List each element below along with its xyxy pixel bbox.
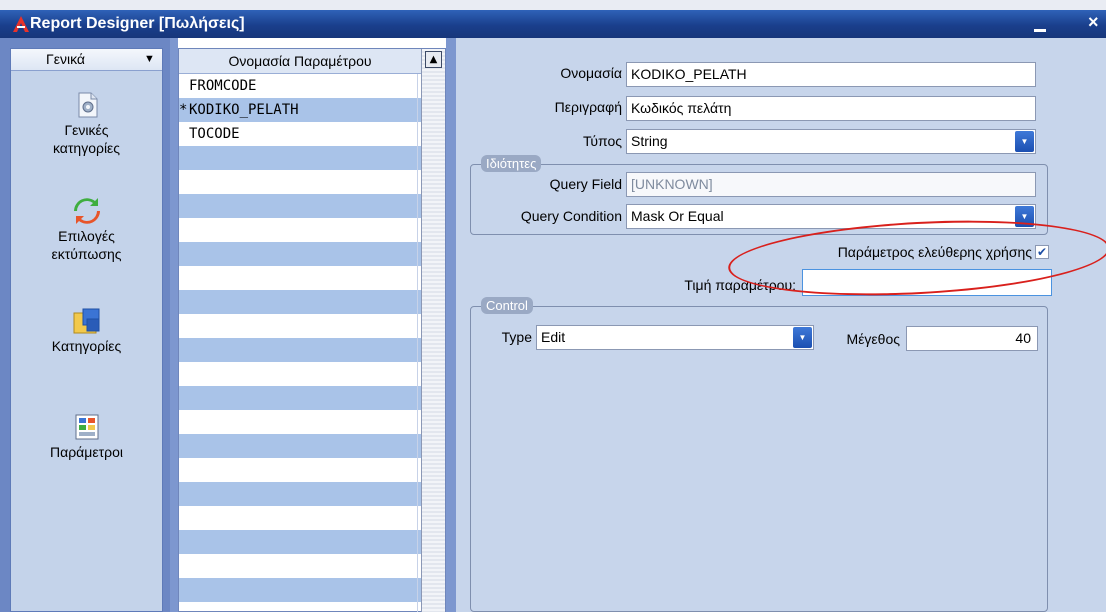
empty-row[interactable] [179, 410, 421, 434]
control-type-label: Type [501, 329, 532, 345]
minimize-button[interactable] [1034, 29, 1046, 32]
nav-item-categories[interactable]: Κατηγορίες [11, 305, 162, 355]
window-title: Report Designer [Πωλήσεις] [30, 15, 245, 32]
properties-group-title: Ιδιότητες [481, 155, 542, 172]
empty-row[interactable] [179, 170, 421, 194]
parameters-icon [75, 414, 98, 440]
size-label: Μέγεθος [846, 331, 900, 347]
categories-icon [73, 308, 99, 334]
general-categories-icon [78, 92, 97, 118]
nav-item-general-categories[interactable]: Γενικές κατηγορίες [11, 89, 162, 157]
table-row[interactable]: FROMCODE [179, 74, 421, 98]
row-parameter-name: FROMCODE [189, 78, 257, 94]
description-label: Περιγραφή [554, 99, 622, 115]
nav-label-line2: εκτύπωσης [51, 246, 122, 262]
description-field[interactable]: Κωδικός πελάτη [626, 96, 1036, 121]
row-marker: * [179, 102, 188, 118]
vertical-scrollbar[interactable]: ▲ [421, 49, 445, 612]
free-use-label: Παράμετρος ελεύθερης χρήσης [837, 244, 1032, 260]
parameter-value-field[interactable] [802, 269, 1052, 296]
empty-row[interactable] [179, 194, 421, 218]
panel-gap [446, 38, 456, 612]
empty-row[interactable] [179, 218, 421, 242]
nav-label-line1: Κατηγορίες [51, 338, 122, 354]
query-condition-select[interactable]: Mask Or Equal ▼ [626, 204, 1036, 229]
control-type-select[interactable]: Edit ▼ [536, 325, 814, 350]
panel-header-general[interactable]: Γενικά ▼ [11, 49, 162, 71]
empty-row[interactable] [179, 242, 421, 266]
query-condition-label: Query Condition [520, 208, 622, 224]
column-header-parameter-name[interactable]: Ονομασία Παραμέτρου [179, 49, 421, 74]
size-field[interactable]: 40 [906, 326, 1038, 351]
navigation-panel: Γενικά ▼ Γενικές κατηγορίες Επιλογές εκτ… [10, 48, 163, 612]
nav-label-line1: Παράμετροι [50, 444, 123, 460]
print-options-icon [73, 198, 100, 224]
panel-divider[interactable] [170, 38, 178, 612]
empty-row[interactable] [179, 338, 421, 362]
parameters-grid: Ονομασία Παραμέτρου FROMCODE * KODIKO_PE… [178, 48, 446, 612]
nav-item-print-options[interactable]: Επιλογές εκτύπωσης [11, 195, 162, 263]
name-field[interactable]: KODIKO_PELATH [626, 62, 1036, 87]
grid-rows: FROMCODE * KODIKO_PELATH TOCODE [179, 74, 421, 612]
nav-label-line1: Γενικές [64, 122, 109, 138]
column-divider [417, 74, 418, 612]
empty-row[interactable] [179, 386, 421, 410]
query-field-input: [UNKNOWN] [626, 172, 1036, 197]
chevron-down-icon[interactable]: ▼ [1015, 206, 1034, 227]
empty-row[interactable] [179, 290, 421, 314]
empty-row[interactable] [179, 434, 421, 458]
name-label: Ονομασία [560, 65, 622, 81]
panel-header-label: Γενικά [46, 51, 85, 67]
title-bar: Report Designer [Πωλήσεις] × [0, 10, 1106, 38]
empty-row[interactable] [179, 482, 421, 506]
empty-row[interactable] [179, 554, 421, 578]
control-group-title: Control [481, 297, 533, 314]
free-use-checkbox[interactable]: ✔ [1035, 245, 1049, 259]
nav-label-line2: κατηγορίες [52, 140, 121, 156]
query-condition-value: Mask Or Equal [631, 208, 724, 224]
control-type-value: Edit [541, 329, 566, 345]
scroll-up-icon[interactable]: ▲ [425, 51, 442, 68]
window-top-strip [0, 0, 1106, 10]
chevron-down-icon[interactable]: ▼ [793, 327, 812, 348]
type-select[interactable]: String ▼ [626, 129, 1036, 154]
empty-row[interactable] [179, 578, 421, 602]
empty-row[interactable] [179, 506, 421, 530]
app-logo-icon [13, 16, 29, 32]
empty-row[interactable] [179, 266, 421, 290]
empty-row[interactable] [179, 362, 421, 386]
row-parameter-name: TOCODE [189, 126, 240, 142]
type-select-value: String [631, 133, 668, 149]
empty-row[interactable] [179, 458, 421, 482]
empty-row[interactable] [179, 146, 421, 170]
table-row[interactable]: TOCODE [179, 122, 421, 146]
empty-row[interactable] [179, 314, 421, 338]
dropdown-arrow-icon[interactable]: ▼ [144, 53, 155, 65]
type-label: Τύπος [583, 133, 622, 149]
nav-label-line1: Επιλογές [58, 228, 115, 244]
query-field-label: Query Field [549, 176, 622, 192]
parameter-details-panel: Ονομασία KODIKO_PELATH Περιγραφή Κωδικός… [456, 38, 1106, 612]
parameter-value-label: Τιμή παραμέτρου: [684, 277, 796, 293]
row-parameter-name: KODIKO_PELATH [189, 102, 299, 118]
control-group: Control [470, 297, 1048, 612]
empty-row[interactable] [179, 530, 421, 554]
chevron-down-icon[interactable]: ▼ [1015, 131, 1034, 152]
close-button[interactable]: × [1088, 12, 1099, 33]
nav-item-parameters[interactable]: Παράμετροι [11, 411, 162, 461]
table-row[interactable]: * KODIKO_PELATH [179, 98, 421, 122]
